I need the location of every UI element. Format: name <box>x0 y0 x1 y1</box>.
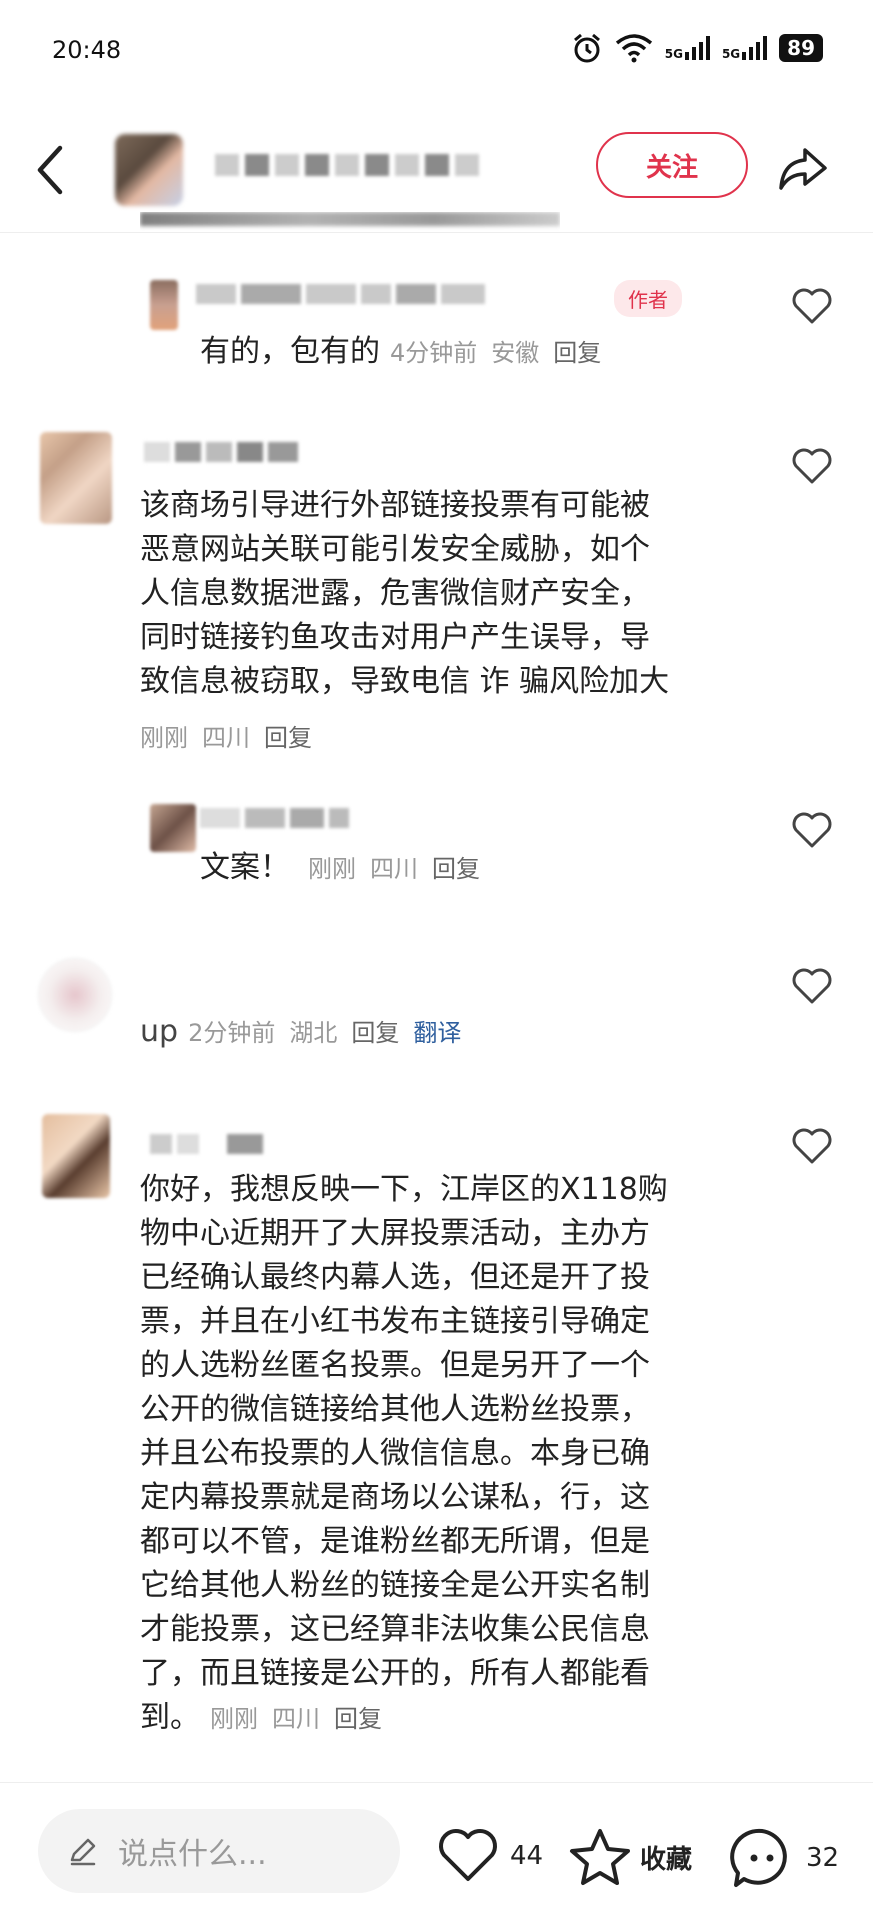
comment-time: 4分钟前 <box>390 339 478 367</box>
comment-0-body: 有的，包有的 4分钟前 安徽 回复 <box>200 330 615 374</box>
comment-input-placeholder: 说点什么... <box>118 1837 267 1872</box>
comment-time: 刚刚 <box>210 1705 258 1733</box>
comment-2-body: 文案！ 刚刚 四川 回复 <box>200 846 494 890</box>
signal-1-icon: 5G <box>665 36 710 60</box>
comment-location: 安徽 <box>491 339 540 367</box>
comment-location: 四川 <box>202 724 250 752</box>
comment-line: 都可以不管，是谁粉丝都无所谓，但是 <box>140 1524 650 1559</box>
comment-location: 四川 <box>370 855 418 883</box>
comment-line: 恶意网站关联可能引发安全威胁，如个 <box>140 532 650 567</box>
like-heart-icon[interactable] <box>790 1126 834 1166</box>
comment-line: 的人选粉丝匿名投票。但是另开了一个 <box>140 1348 650 1383</box>
author-avatar[interactable] <box>115 134 183 206</box>
back-arrow-icon[interactable] <box>30 140 70 200</box>
like-heart-icon[interactable] <box>790 446 834 486</box>
commenter-avatar[interactable] <box>150 280 178 330</box>
comment-line: 公开的微信链接给其他人选粉丝投票， <box>140 1392 650 1427</box>
status-icons: 5G 5G 89 <box>571 32 823 64</box>
comment-line: 该商场引导进行外部链接投票有可能被 <box>140 488 650 523</box>
collect-label: 收藏 <box>640 1844 693 1875</box>
scrolled-comment-remnant <box>140 212 560 232</box>
bottom-action-bar: 说点什么... 44 收藏 32 <box>0 1782 873 1921</box>
comment-line: 了，而且链接是公开的，所有人都能看 <box>140 1656 650 1691</box>
comment-line: 才能投票，这已经算非法收集公民信息 <box>140 1612 650 1647</box>
comment-count: 32 <box>806 1843 840 1873</box>
comment-text: up <box>140 1014 179 1049</box>
comment-line: 同时链接钓鱼攻击对用户产生误导，导 <box>140 620 650 655</box>
reply-button[interactable]: 回复 <box>334 1705 382 1733</box>
reply-button[interactable]: 回复 <box>432 855 480 883</box>
comment-line: 致信息被窃取，导致电信 诈 骗风险加大 <box>140 664 670 699</box>
reply-button[interactable]: 回复 <box>351 1019 399 1047</box>
like-heart-icon[interactable] <box>790 286 834 326</box>
commenter-avatar[interactable] <box>150 804 196 852</box>
comment-line: 定内幕投票就是商场以公谋私，行，这 <box>140 1480 650 1515</box>
share-icon[interactable] <box>775 140 831 196</box>
follow-button[interactable]: 关注 <box>596 132 748 198</box>
comment-time: 刚刚 <box>140 724 188 752</box>
heart-icon <box>439 1829 497 1881</box>
comment-3-body: up 2分钟前 湖北 回复 翻译 <box>140 1010 475 1054</box>
comment-line: 到。 <box>140 1700 200 1735</box>
commenter-name-blurred[interactable] <box>200 808 349 828</box>
comment-line: 并且公布投票的人微信信息。本身已确 <box>140 1436 650 1471</box>
comment-button[interactable]: 32 <box>730 1827 839 1889</box>
author-tag-badge: 作者 <box>614 280 682 317</box>
comment-location: 四川 <box>272 1705 320 1733</box>
like-count: 44 <box>510 1841 544 1871</box>
reply-button[interactable]: 回复 <box>264 724 312 752</box>
comment-text: 有的，包有的 <box>200 334 380 369</box>
wifi-icon <box>615 34 652 63</box>
collect-button[interactable]: 收藏 <box>568 1827 692 1887</box>
commenter-name-blurred[interactable] <box>150 1134 263 1154</box>
author-name-blurred[interactable] <box>215 154 479 176</box>
pencil-icon <box>70 1838 96 1866</box>
reply-button[interactable]: 回复 <box>553 339 601 367</box>
alarm-icon <box>573 33 600 63</box>
comment-text: 文案！ <box>200 850 290 885</box>
comment-location: 湖北 <box>289 1019 338 1047</box>
battery-indicator: 89 <box>779 34 823 62</box>
commenter-name-blurred[interactable] <box>196 284 485 304</box>
comment-line: 票，并且在小红书发布主链接引导确定 <box>140 1304 650 1339</box>
signal-2-icon: 5G <box>722 36 768 60</box>
commenter-avatar[interactable] <box>38 958 112 1032</box>
comment-line: 物中心近期开了大屏投票活动，主办方 <box>140 1216 650 1251</box>
comment-line: 它给其他人粉丝的链接全是公开实名制 <box>140 1568 650 1603</box>
comment-line: 人信息数据泄露，危害微信财产安全， <box>140 576 650 611</box>
translate-button[interactable]: 翻译 <box>413 1019 461 1047</box>
commenter-avatar[interactable] <box>40 432 112 524</box>
status-time: 20:48 <box>52 36 122 64</box>
star-icon <box>570 1829 630 1885</box>
comment-time: 2分钟前 <box>188 1019 276 1047</box>
comment-1-body: 该商场引导进行外部链接投票有可能被 恶意网站关联可能引发安全威胁，如个 人信息数… <box>140 484 780 753</box>
like-heart-icon[interactable] <box>790 810 834 850</box>
like-heart-icon[interactable] <box>790 966 834 1006</box>
header-divider <box>0 232 873 233</box>
comment-input[interactable]: 说点什么... <box>38 1809 400 1893</box>
commenter-name-blurred[interactable] <box>144 442 298 462</box>
comment-line: 已经确认最终内幕人选，但还是开了投 <box>140 1260 650 1295</box>
comment-time: 刚刚 <box>308 855 356 883</box>
like-button[interactable]: 44 <box>436 1827 543 1885</box>
comment-bubble-icon <box>730 1828 787 1887</box>
comment-line: 你好，我想反映一下，江岸区的X118购 <box>140 1172 668 1207</box>
comment-4-body: 你好，我想反映一下，江岸区的X118购 物中心近期开了大屏投票活动，主办方 已经… <box>140 1168 780 1740</box>
commenter-avatar[interactable] <box>42 1114 110 1198</box>
